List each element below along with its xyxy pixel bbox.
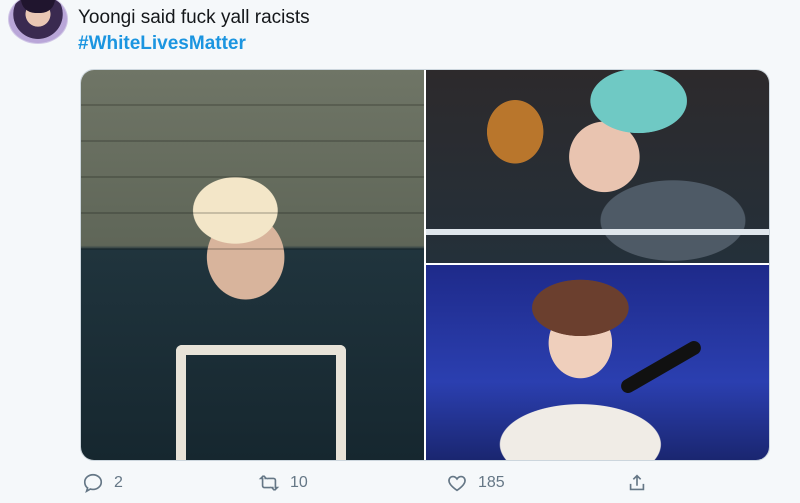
photo-top-right[interactable]	[426, 70, 769, 263]
reply-button[interactable]: 2	[82, 468, 123, 498]
reply-icon	[83, 473, 103, 494]
user-avatar[interactable]	[8, 0, 68, 44]
heart-icon	[448, 475, 466, 492]
share-button[interactable]	[626, 468, 648, 498]
retweet-button[interactable]: 10	[258, 468, 308, 498]
tweet-actions: 2 10 185	[0, 468, 800, 498]
photo-left[interactable]	[81, 70, 424, 460]
retweet-icon	[258, 475, 280, 491]
rail-shape	[426, 229, 769, 235]
like-button[interactable]: 185	[446, 468, 505, 498]
avatar-hair	[21, 0, 55, 13]
chair-shape	[176, 345, 346, 460]
like-count: 185	[478, 474, 505, 491]
microphone-shape	[618, 338, 704, 396]
reply-count: 2	[114, 474, 123, 491]
media-grid	[80, 69, 770, 461]
tweet-text: Yoongi said fuck yall racists	[78, 7, 310, 28]
hashtag-link[interactable]: #WhiteLivesMatter	[78, 33, 246, 55]
photo-bottom-right[interactable]	[426, 265, 769, 460]
share-icon	[629, 474, 645, 491]
retweet-count: 10	[290, 474, 308, 491]
